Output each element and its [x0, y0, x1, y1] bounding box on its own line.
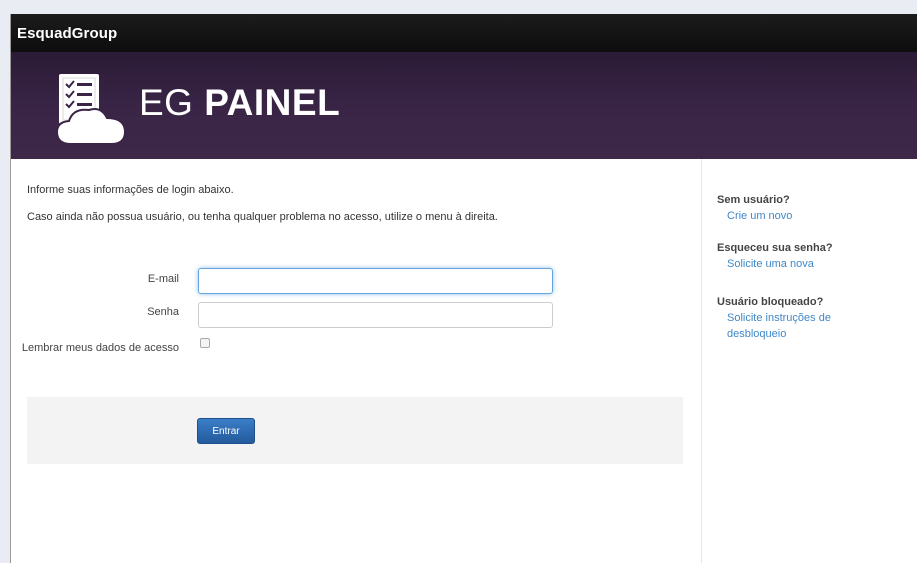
email-label: E-mail: [147, 273, 179, 285]
brand-prefix: EG: [139, 82, 194, 123]
window-titlebar: EsquadGroup: [11, 14, 917, 52]
forgot-password-section: Esqueceu sua senha? Solicite uma nova: [717, 242, 917, 272]
password-field[interactable]: [198, 302, 553, 328]
forgot-password-heading: Esqueceu sua senha?: [717, 242, 833, 254]
reset-password-link[interactable]: Solicite uma nova: [717, 256, 917, 272]
brand-name: PAINEL: [204, 82, 341, 123]
blocked-user-section: Usuário bloqueado? Solicite instruções d…: [717, 296, 917, 342]
brand-title: EG PAINEL: [139, 82, 340, 124]
login-button[interactable]: Entrar: [197, 418, 255, 444]
login-panel: Informe suas informações de login abaixo…: [11, 159, 701, 563]
password-label: Senha: [147, 306, 179, 318]
email-field[interactable]: [198, 268, 553, 294]
unlock-instructions-link[interactable]: Solicite instruções de desbloqueio: [717, 310, 857, 342]
browser-window: EsquadGroup EG PAINEL Informe suas infor…: [10, 14, 917, 563]
intro-text: Informe suas informações de login abaixo…: [27, 184, 234, 196]
no-user-section: Sem usuário? Crie um novo: [717, 194, 917, 224]
create-account-link[interactable]: Crie um novo: [717, 208, 917, 224]
help-sidebar: Sem usuário? Crie um novo Esqueceu sua s…: [701, 159, 917, 563]
remember-label: Lembrar meus dados de acesso: [21, 342, 179, 354]
blocked-user-heading: Usuário bloqueado?: [717, 296, 824, 308]
remember-checkbox[interactable]: [200, 338, 210, 348]
help-text: Caso ainda não possua usuário, ou tenha …: [27, 211, 498, 223]
checklist-cloud-icon: [55, 74, 127, 145]
window-title: EsquadGroup: [17, 24, 118, 42]
header-banner: EG PAINEL: [11, 52, 917, 159]
form-actions: Entrar: [27, 397, 683, 464]
no-user-heading: Sem usuário?: [717, 194, 790, 206]
